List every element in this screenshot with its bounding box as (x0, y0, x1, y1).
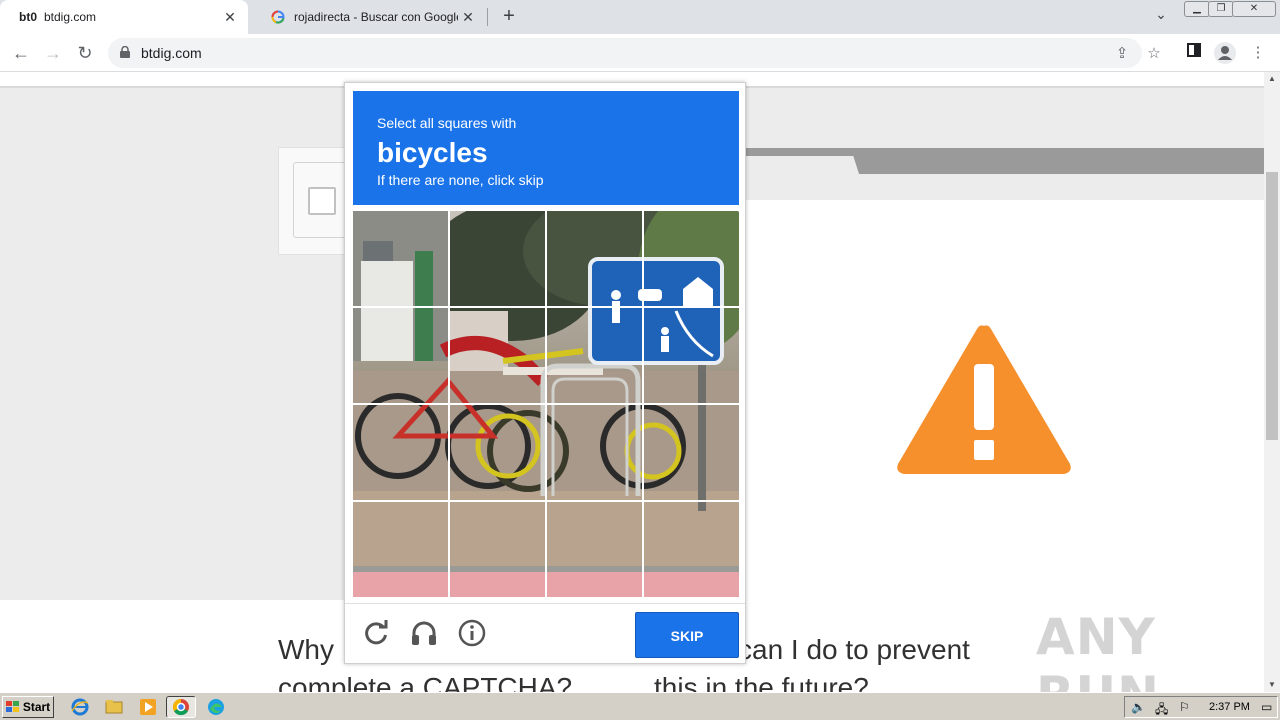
captcha-tile[interactable] (546, 308, 643, 405)
close-tab-icon[interactable]: ✕ (458, 9, 478, 26)
edge-icon[interactable] (206, 697, 226, 717)
reload-challenge-icon[interactable] (361, 618, 391, 648)
captcha-target: bicycles (377, 137, 488, 168)
captcha-footer: SKIP (345, 603, 745, 663)
bookmark-star-icon[interactable]: ☆ (1144, 44, 1164, 64)
tab-title: btdig.com (44, 10, 97, 24)
restore-window-icon[interactable]: ❐ (1208, 1, 1234, 17)
close-window-icon[interactable]: ✕ (1232, 1, 1276, 17)
captcha-tile[interactable] (643, 211, 740, 308)
show-desktop-icon[interactable]: ▭ (1261, 700, 1272, 714)
captcha-tile[interactable] (353, 501, 450, 598)
captcha-tile[interactable] (643, 308, 740, 405)
lock-icon (120, 46, 130, 58)
question-right-line2: this in the future? (654, 672, 869, 692)
page-scrollbar[interactable]: ▲ ▼ (1264, 72, 1280, 692)
tab-google-search[interactable]: rojadirecta - Buscar con Google ✕ (250, 0, 486, 34)
forward-arrow-icon[interactable]: → (40, 40, 66, 66)
captcha-tile[interactable] (546, 501, 643, 598)
question-left-line1: Why (278, 634, 334, 665)
media-player-icon[interactable] (138, 697, 158, 717)
warning-triangle-icon (897, 325, 1071, 474)
close-tab-icon[interactable]: ✕ (220, 9, 240, 26)
tab-search-chevron-icon[interactable]: ⌄ (1150, 6, 1172, 28)
clock[interactable]: 2:37 PM (1209, 701, 1250, 713)
internet-explorer-icon[interactable] (70, 697, 90, 717)
captcha-tile[interactable] (643, 501, 740, 598)
tab-strip: bt0 btdig.com ✕ rojadirecta - Buscar con… (0, 0, 1280, 34)
url-text[interactable]: btdig.com (141, 45, 202, 61)
captcha-tile[interactable] (353, 308, 450, 405)
google-g-icon (268, 9, 288, 25)
address-bar[interactable]: btdig.com ⇪ ☆ (108, 38, 1161, 68)
network-icon[interactable]: 🖧 (1155, 700, 1168, 721)
browser-toolbar: ← → ↻ btdig.com ⇪ ☆ ⋮ (0, 34, 1280, 72)
windows-taskbar: Start 🔈 🖧 ⚐ 2:37 PM ▭ (0, 692, 1280, 720)
side-panel-icon[interactable] (1182, 41, 1206, 65)
captcha-tile[interactable] (546, 404, 643, 501)
captcha-instruction: Select all squares with (377, 115, 517, 131)
audio-challenge-icon[interactable] (409, 618, 439, 648)
flag-icon[interactable]: ⚐ (1179, 700, 1190, 714)
captcha-tile[interactable] (353, 211, 450, 308)
kebab-menu-icon[interactable]: ⋮ (1246, 41, 1270, 65)
captcha-tile[interactable] (450, 211, 547, 308)
info-icon[interactable] (457, 618, 487, 648)
share-icon[interactable]: ⇪ (1112, 44, 1132, 64)
scroll-down-arrow-icon[interactable]: ▼ (1264, 678, 1280, 692)
minimize-window-icon[interactable]: ▁ (1184, 1, 1210, 17)
captcha-image-grid (353, 211, 739, 597)
chrome-taskbar-button[interactable] (166, 696, 196, 718)
captcha-hint: If there are none, click skip (377, 172, 544, 188)
captcha-header: Select all squares with bicycles If ther… (353, 91, 739, 205)
anyrun-watermark: ANY RUN (1036, 608, 1159, 692)
question-right-line1: can I do to prevent (738, 634, 970, 665)
chrome-icon (172, 698, 189, 716)
new-tab-button[interactable]: + (498, 4, 520, 28)
recaptcha-checkbox[interactable] (308, 187, 336, 215)
reload-icon[interactable]: ↻ (72, 40, 98, 66)
tab-separator (487, 8, 488, 26)
tab-btdig[interactable]: bt0 btdig.com ✕ (0, 0, 248, 34)
tab-title: rojadirecta - Buscar con Google (294, 10, 458, 24)
captcha-challenge-dialog: Select all squares with bicycles If ther… (344, 82, 746, 664)
scrollbar-thumb[interactable] (1266, 172, 1278, 440)
btdig-favicon-icon: bt0 (19, 10, 37, 24)
profile-avatar-icon[interactable] (1214, 42, 1236, 64)
cf-browser-tab (745, 156, 859, 174)
windows-logo-icon (5, 701, 19, 712)
question-left-line2: complete a CAPTCHA? (278, 672, 573, 692)
volume-icon[interactable]: 🔈 (1131, 700, 1146, 714)
captcha-tile[interactable] (450, 404, 547, 501)
back-arrow-icon[interactable]: ← (8, 40, 34, 66)
captcha-tile[interactable] (353, 404, 450, 501)
start-label: Start (22, 700, 51, 714)
captcha-tile[interactable] (643, 404, 740, 501)
file-explorer-icon[interactable] (104, 697, 124, 717)
captcha-tile[interactable] (546, 211, 643, 308)
captcha-tile[interactable] (450, 501, 547, 598)
scroll-up-arrow-icon[interactable]: ▲ (1264, 72, 1280, 86)
captcha-tile[interactable] (450, 308, 547, 405)
system-tray: 🔈 🖧 ⚐ 2:37 PM ▭ (1124, 696, 1278, 718)
skip-button[interactable]: SKIP (635, 612, 739, 658)
start-button[interactable]: Start (2, 696, 54, 718)
